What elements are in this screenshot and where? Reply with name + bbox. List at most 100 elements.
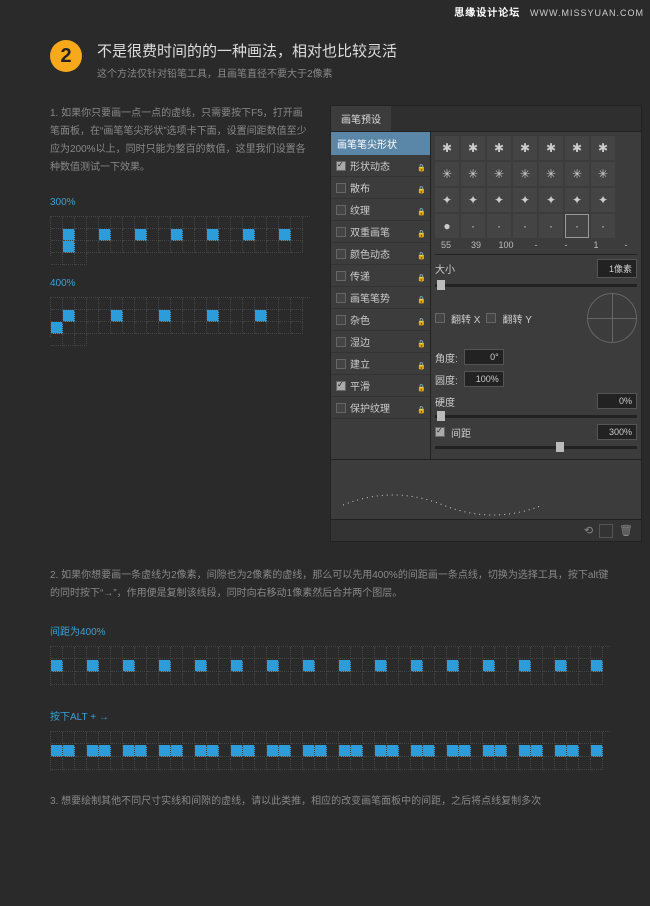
brush-thumb[interactable]: ✳ xyxy=(461,162,485,186)
brush-option-4[interactable]: 颜色动态 xyxy=(331,243,430,265)
spacing-checkbox[interactable] xyxy=(435,427,445,437)
lock-icon xyxy=(417,250,425,258)
brush-size-label: 100 xyxy=(495,240,517,250)
brush-thumb[interactable]: · xyxy=(565,214,589,238)
label-spacing-400: 间距为400% xyxy=(50,623,615,638)
brush-option-11[interactable]: 保护纹理 xyxy=(331,397,430,419)
option-label: 双重画笔 xyxy=(350,224,390,239)
checkbox-icon[interactable] xyxy=(336,337,346,347)
brush-thumb[interactable]: · xyxy=(513,214,537,238)
paragraph-2: 2. 如果你想要画一条虚线为2像素，间隙也为2像素的虚线，那么可以先用400%的… xyxy=(50,567,615,603)
paragraph-3: 3. 想要绘制其他不同尺寸实线和间隙的虚线，请以此类推，相应的改变画笔面板中的间… xyxy=(50,793,615,811)
trash-icon[interactable]: 🗑 xyxy=(619,524,633,537)
angle-widget[interactable] xyxy=(587,293,637,343)
brush-thumb[interactable]: · xyxy=(487,214,511,238)
lock-icon xyxy=(417,382,425,390)
brush-option-3[interactable]: 双重画笔 xyxy=(331,221,430,243)
brush-thumb[interactable]: ✦ xyxy=(487,188,511,212)
lock-icon xyxy=(417,162,425,170)
brush-option-9[interactable]: 建立 xyxy=(331,353,430,375)
spacing-slider[interactable] xyxy=(435,446,637,449)
brush-thumb[interactable]: ✱ xyxy=(591,136,615,160)
checkbox-icon[interactable] xyxy=(336,183,346,193)
brush-thumb[interactable]: ✦ xyxy=(513,188,537,212)
checkbox-icon[interactable] xyxy=(336,205,346,215)
toggle-preview-icon[interactable]: ⟲ xyxy=(584,524,593,537)
lock-icon xyxy=(417,206,425,214)
roundness-input[interactable]: 100% xyxy=(464,371,504,387)
brush-thumb[interactable]: ✱ xyxy=(539,136,563,160)
brush-option-0[interactable]: 形状动态 xyxy=(331,155,430,177)
brush-thumb[interactable]: ✦ xyxy=(565,188,589,212)
brush-thumb[interactable]: · xyxy=(591,214,615,238)
brush-size-label: - xyxy=(525,240,547,250)
brush-thumb[interactable]: ✳ xyxy=(435,162,459,186)
preview-stroke xyxy=(343,490,650,520)
brush-preview xyxy=(331,459,641,519)
brush-thumb[interactable]: ✱ xyxy=(461,136,485,160)
brush-option-7[interactable]: 杂色 xyxy=(331,309,430,331)
new-preset-icon[interactable] xyxy=(599,524,613,538)
brush-option-1[interactable]: 散布 xyxy=(331,177,430,199)
brush-thumb[interactable]: · xyxy=(461,214,485,238)
flip-x-label: 翻转 X xyxy=(451,311,480,326)
paragraph-1: 1. 如果你只要画一点一点的虚线，只需要按下F5，打开画笔面板，在“画笔笔尖形状… xyxy=(50,105,310,177)
flip-y-label: 翻转 Y xyxy=(502,311,531,326)
step-number-badge: 2 xyxy=(50,40,82,72)
brush-thumb[interactable]: ✱ xyxy=(435,136,459,160)
checkbox-icon[interactable] xyxy=(336,315,346,325)
hardness-slider[interactable] xyxy=(435,415,637,418)
grid-example-300 xyxy=(50,216,310,256)
flip-x-checkbox[interactable] xyxy=(435,313,445,323)
brush-thumb[interactable]: · xyxy=(539,214,563,238)
brush-option-10[interactable]: 平滑 xyxy=(331,375,430,397)
brush-thumb[interactable]: ✳ xyxy=(591,162,615,186)
flip-y-checkbox[interactable] xyxy=(486,313,496,323)
grid-example-400 xyxy=(50,297,310,337)
brush-option-5[interactable]: 传递 xyxy=(331,265,430,287)
lock-icon xyxy=(417,228,425,236)
brush-option-2[interactable]: 纹理 xyxy=(331,199,430,221)
brush-thumb[interactable]: ✳ xyxy=(565,162,589,186)
brush-thumb[interactable]: ✦ xyxy=(591,188,615,212)
checkbox-icon[interactable] xyxy=(336,161,346,171)
option-label: 形状动态 xyxy=(350,158,390,173)
tab-brush-presets[interactable]: 画笔预设 xyxy=(331,106,391,131)
checkbox-icon[interactable] xyxy=(336,293,346,303)
size-input[interactable]: 1像素 xyxy=(597,259,637,278)
brush-thumb[interactable]: ✳ xyxy=(487,162,511,186)
hardness-label: 硬度 xyxy=(435,394,465,409)
option-label: 散布 xyxy=(350,180,370,195)
brush-thumb[interactable]: ✱ xyxy=(565,136,589,160)
size-slider[interactable] xyxy=(435,284,637,287)
brush-panel: 画笔预设 画笔笔尖形状 形状动态散布纹理双重画笔颜色动态传递画笔笔势杂色湿边建立… xyxy=(330,105,642,542)
brush-tip-shape[interactable]: 画笔笔尖形状 xyxy=(331,132,430,155)
brush-thumb[interactable]: ✦ xyxy=(539,188,563,212)
brush-thumb[interactable]: ✦ xyxy=(435,188,459,212)
hardness-input[interactable]: 0% xyxy=(597,393,637,409)
checkbox-icon[interactable] xyxy=(336,249,346,259)
brush-option-6[interactable]: 画笔笔势 xyxy=(331,287,430,309)
checkbox-icon[interactable] xyxy=(336,271,346,281)
lock-icon xyxy=(417,316,425,324)
checkbox-icon[interactable] xyxy=(336,227,346,237)
page-title: 不是很费时间的的一种画法，相对也比较灵活 xyxy=(97,40,397,61)
grid-example-spacing400 xyxy=(50,646,610,686)
brush-thumb[interactable]: ✱ xyxy=(513,136,537,160)
brush-thumb[interactable]: ✱ xyxy=(487,136,511,160)
brush-option-8[interactable]: 湿边 xyxy=(331,331,430,353)
section-header: 2 不是很费时间的的一种画法，相对也比较灵活 这个方法仅针对铅笔工具，且画笔直径… xyxy=(50,40,615,80)
brush-thumb[interactable]: ✦ xyxy=(461,188,485,212)
checkbox-icon[interactable] xyxy=(336,403,346,413)
option-label: 湿边 xyxy=(350,334,370,349)
size-label: 大小 xyxy=(435,261,465,276)
lock-icon xyxy=(417,404,425,412)
angle-input[interactable]: 0° xyxy=(464,349,504,365)
checkbox-icon[interactable] xyxy=(336,381,346,391)
brush-thumb[interactable]: ● xyxy=(435,214,459,238)
brush-thumb[interactable]: ✳ xyxy=(539,162,563,186)
spacing-input[interactable]: 300% xyxy=(597,424,637,440)
brush-thumb[interactable]: ✳ xyxy=(513,162,537,186)
brush-thumbnails: ✱✱✱✱✱✱✱✳✳✳✳✳✳✳✦✦✦✦✦✦✦●······5539100--1- … xyxy=(431,132,641,459)
checkbox-icon[interactable] xyxy=(336,359,346,369)
